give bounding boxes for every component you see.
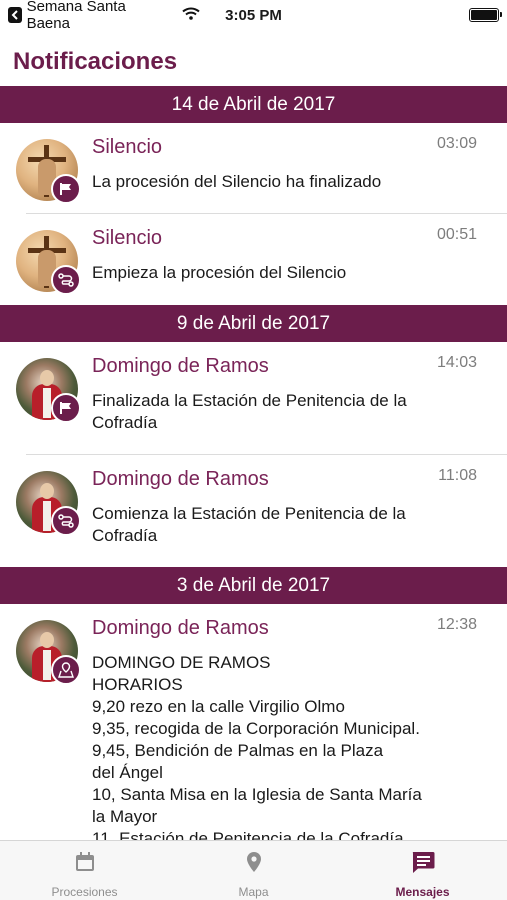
notification-time: 03:09 — [436, 135, 477, 152]
notification-body: La procesión del Silencio ha finalizado — [92, 172, 382, 191]
date-header: 14 de Abril de 2017 — [0, 86, 507, 123]
notification-body: Comienza la Estación de Penitencia de la… — [92, 504, 406, 545]
notification-list[interactable]: 14 de Abril de 2017 Silencio 03:09 La pr… — [0, 86, 507, 840]
route-icon — [51, 265, 81, 295]
wifi-icon — [182, 7, 200, 24]
battery-level — [471, 10, 497, 20]
notification-time: 12:38 — [436, 616, 477, 633]
map-pin-icon — [242, 850, 266, 879]
flag-icon — [51, 393, 81, 423]
tab-label: Mapa — [238, 885, 269, 899]
tab-bar: Procesiones Mapa Mensajes — [0, 840, 507, 900]
tab-label: Procesiones — [51, 885, 118, 899]
date-header: 9 de Abril de 2017 — [0, 305, 507, 342]
message-icon — [410, 850, 436, 879]
status-left: Semana Santa Baena — [0, 0, 200, 32]
notification-item[interactable]: Silencio 03:09 La procesión del Silencio… — [0, 123, 507, 214]
tab-procesiones[interactable]: Procesiones — [0, 841, 169, 900]
flag-icon — [51, 174, 81, 204]
notification-item[interactable]: Domingo de Ramos 14:03 Finalizada la Est… — [0, 342, 507, 455]
notification-body: Empieza la procesión del Silencio — [92, 263, 347, 282]
tab-mensajes[interactable]: Mensajes — [338, 841, 507, 900]
notification-item[interactable]: Domingo de Ramos 11:08 Comienza la Estac… — [0, 455, 507, 567]
notification-time: 14:03 — [436, 354, 477, 371]
notification-time: 00:51 — [436, 226, 477, 243]
map-icon — [51, 655, 81, 685]
notification-item[interactable]: Domingo de Ramos 12:38 DOMINGO DE RAMOS … — [0, 604, 507, 840]
route-icon — [51, 506, 81, 536]
notification-item[interactable]: Silencio 00:51 Empieza la procesión del … — [0, 214, 507, 305]
page-title: Notificaciones — [13, 48, 178, 75]
tab-mapa[interactable]: Mapa — [169, 841, 338, 900]
date-header: 3 de Abril de 2017 — [0, 567, 507, 604]
tab-label: Mensajes — [395, 885, 450, 899]
calendar-icon — [73, 850, 97, 879]
back-to-app-icon[interactable] — [8, 7, 22, 23]
battery-icon — [469, 8, 502, 22]
status-bar: Semana Santa Baena 3:05 PM — [0, 0, 507, 32]
notification-body: Finalizada la Estación de Penitencia de … — [92, 391, 407, 432]
notification-time: 11:08 — [438, 467, 477, 484]
back-to-app-label[interactable]: Semana Santa Baena — [27, 0, 169, 32]
notification-body: DOMINGO DE RAMOS HORARIOS 9,20 rezo en l… — [92, 653, 422, 840]
